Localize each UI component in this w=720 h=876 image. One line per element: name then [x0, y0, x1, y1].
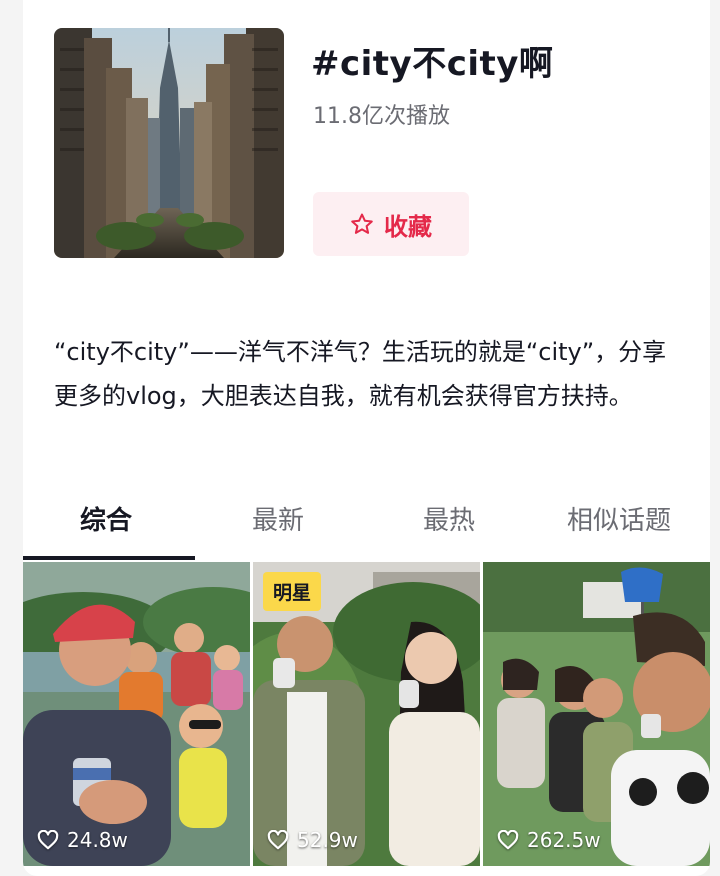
like-count-text: 52.9w — [297, 828, 358, 852]
tab-comprehensive[interactable]: 综合 — [80, 500, 132, 537]
like-count-text: 262.5w — [527, 828, 601, 852]
favorite-label: 收藏 — [384, 212, 432, 241]
video-card[interactable]: 262.5w — [483, 562, 710, 866]
tab-bar: 综合 最新 最热 相似话题 — [23, 490, 710, 562]
video-thumbnail — [483, 562, 710, 866]
like-count: 52.9w — [267, 828, 358, 852]
favorite-button[interactable]: 收藏 — [313, 192, 469, 256]
tab-hottest[interactable]: 最热 — [423, 500, 475, 537]
tab-similar-topics[interactable]: 相似话题 — [567, 500, 671, 537]
topic-title: #city不city啊 — [311, 44, 554, 84]
heart-outline-icon — [497, 830, 519, 850]
topic-cover-image — [54, 28, 284, 258]
active-tab-indicator — [23, 556, 195, 560]
topic-description: “city不city”——洋气不洋气？生活玩的就是“city”，分享更多的vlo… — [54, 338, 667, 410]
star-outline-icon — [350, 212, 374, 236]
like-count: 24.8w — [37, 828, 128, 852]
video-thumbnail — [23, 562, 250, 866]
heart-outline-icon — [37, 830, 59, 850]
video-grid: 24.8w 明星 52.9w 262.5w — [23, 562, 710, 866]
like-count: 262.5w — [497, 828, 601, 852]
video-card[interactable]: 明星 52.9w — [253, 562, 480, 866]
heart-outline-icon — [267, 830, 289, 850]
celebrity-badge: 明星 — [263, 572, 322, 611]
like-count-text: 24.8w — [67, 828, 128, 852]
topic-page: #city不city啊 11.8亿次播放 收藏 “city不city”——洋气不… — [23, 0, 710, 876]
play-count: 11.8亿次播放 — [313, 104, 450, 129]
tab-latest[interactable]: 最新 — [252, 500, 304, 537]
video-card[interactable]: 24.8w — [23, 562, 250, 866]
